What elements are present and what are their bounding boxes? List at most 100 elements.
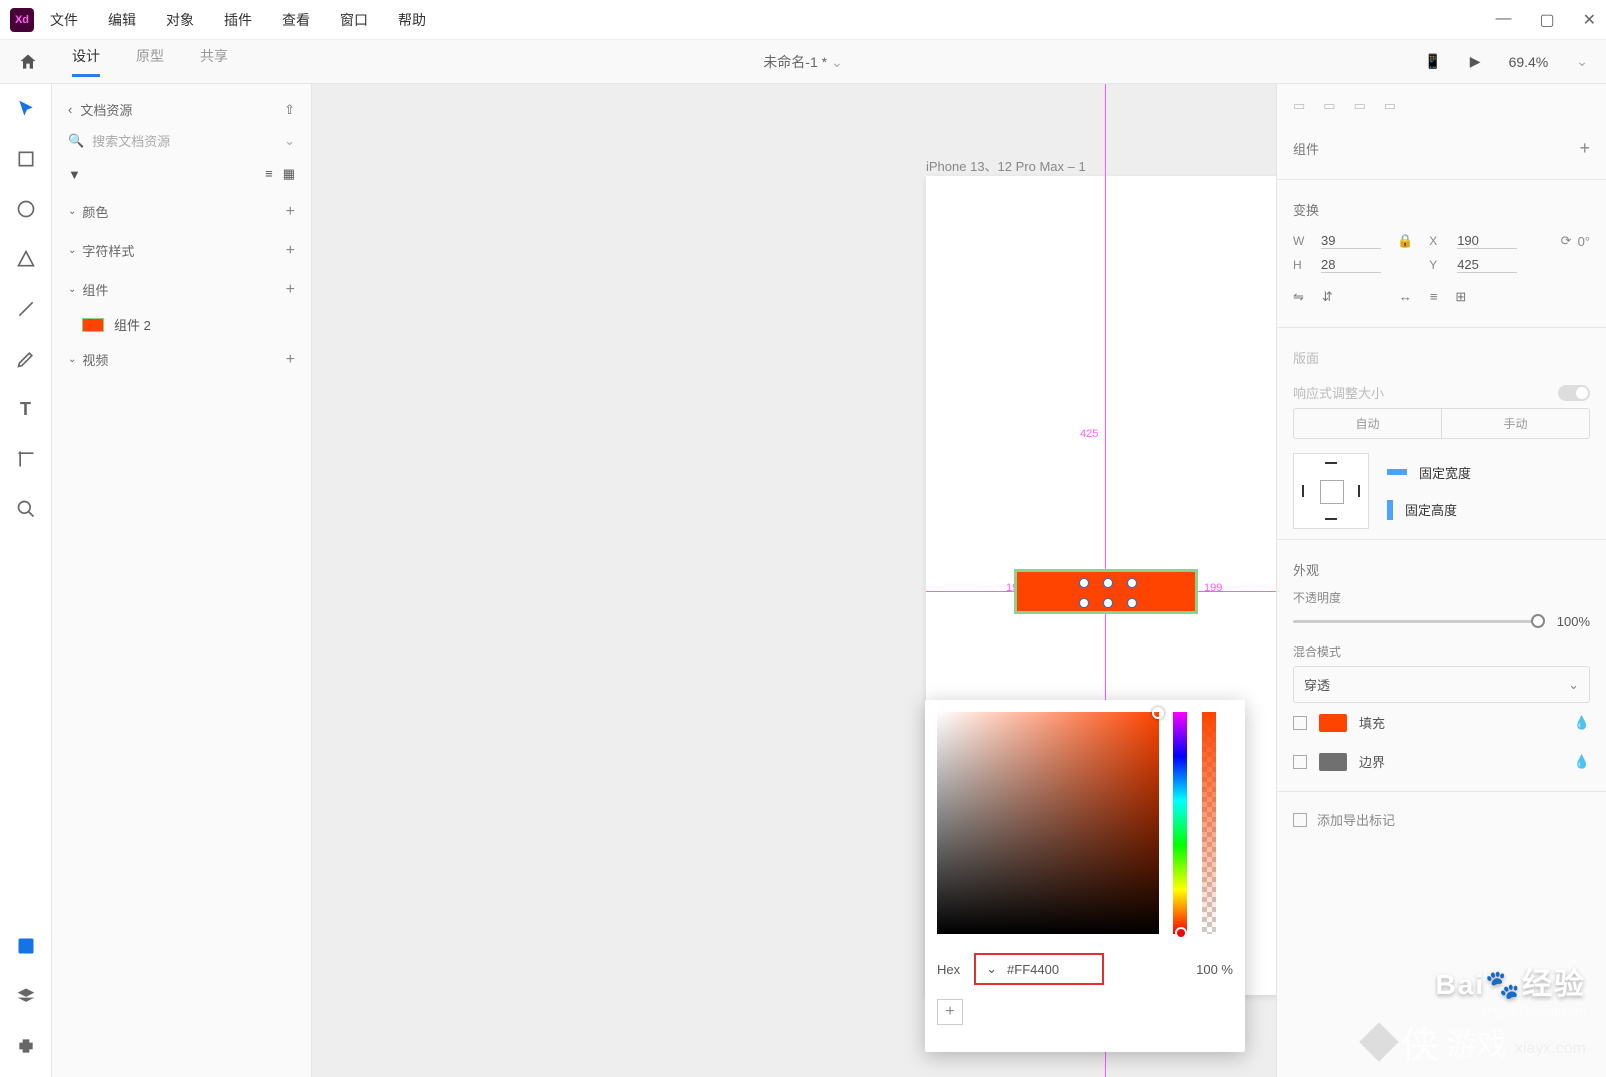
menu-window[interactable]: 窗口 — [340, 10, 368, 30]
align1-icon[interactable]: ▭ — [1293, 98, 1305, 114]
tab-design[interactable]: 设计 — [72, 46, 100, 77]
tab-prototype[interactable]: 原型 — [136, 46, 164, 77]
align2-icon[interactable]: ▭ — [1323, 98, 1335, 114]
line-tool-icon[interactable] — [15, 298, 37, 320]
menu-object[interactable]: 对象 — [166, 10, 194, 30]
export-row[interactable]: 添加导出标记 — [1293, 802, 1590, 837]
play-icon[interactable]: ▶ — [1470, 53, 1481, 70]
stroke-eyedropper-icon[interactable]: 💧 — [1574, 754, 1590, 770]
ellipse-tool-icon[interactable] — [15, 198, 37, 220]
zoom-chevron-icon[interactable]: ⌄ — [1576, 53, 1588, 70]
search-icon: 🔍 — [68, 133, 84, 149]
blend-select[interactable]: 穿透⌄ — [1293, 666, 1590, 703]
color-format-label[interactable]: Hex — [937, 962, 960, 977]
stroke-row: 边界 💧 — [1293, 742, 1590, 781]
menu-file[interactable]: 文件 — [50, 10, 78, 30]
fill-checkbox[interactable] — [1293, 716, 1307, 730]
width-input[interactable] — [1321, 233, 1381, 249]
component-list-item[interactable]: 组件 2 — [68, 309, 295, 340]
back-chevron-icon[interactable]: ‹ — [68, 102, 72, 117]
artboard-label[interactable]: iPhone 13、12 Pro Max – 1 — [926, 156, 1086, 175]
artboard-tool-icon[interactable] — [15, 448, 37, 470]
tab-share[interactable]: 共享 — [200, 46, 228, 77]
blend-label: 混合模式 — [1293, 643, 1590, 660]
menu-help[interactable]: 帮助 — [398, 10, 426, 30]
add-swatch-button[interactable]: + — [937, 999, 963, 1025]
color-sv-area[interactable] — [937, 712, 1159, 934]
add-video-icon[interactable]: + — [286, 351, 295, 369]
section-colors[interactable]: ⌄颜色+ — [68, 192, 295, 231]
constraint-control[interactable] — [1293, 453, 1369, 529]
add-color-icon[interactable]: + — [286, 203, 295, 221]
dist-h-icon[interactable]: ↔ — [1399, 289, 1412, 305]
flip-v-icon[interactable]: ⇵ — [1322, 289, 1333, 305]
select-tool-icon[interactable] — [15, 98, 37, 120]
hue-slider[interactable] — [1173, 712, 1187, 934]
add-component-icon[interactable]: + — [286, 281, 295, 299]
stroke-swatch[interactable] — [1319, 753, 1347, 771]
menu-plugin[interactable]: 插件 — [224, 10, 252, 30]
x-input[interactable] — [1457, 233, 1517, 249]
maximize-icon[interactable]: ▢ — [1539, 10, 1554, 30]
responsive-toggle[interactable] — [1558, 385, 1590, 401]
add-component-plus-icon[interactable]: + — [1579, 138, 1590, 159]
filter-icon[interactable]: ▼ — [68, 167, 81, 182]
hex-input-highlighted[interactable]: ⌄ #FF4400 — [974, 953, 1104, 985]
layout-segment: 自动 手动 — [1293, 408, 1590, 439]
stroke-checkbox[interactable] — [1293, 755, 1307, 769]
hex-value[interactable]: #FF4400 — [1007, 962, 1059, 977]
panel-title: 文档资源 — [80, 100, 132, 119]
fill-eyedropper-icon[interactable]: 💧 — [1574, 715, 1590, 731]
y-input[interactable] — [1457, 257, 1517, 273]
fixed-width-row[interactable]: 固定宽度 — [1387, 463, 1471, 482]
mobile-preview-icon[interactable]: 📱 — [1424, 53, 1441, 70]
grid-view-icon[interactable]: ▦ — [283, 166, 295, 182]
dist-grid-icon[interactable]: ⊞ — [1455, 289, 1466, 305]
lock-icon[interactable]: 🔒 — [1397, 233, 1413, 249]
section-components-right: 组件+ — [1293, 128, 1590, 169]
text-tool-icon[interactable]: T — [15, 398, 37, 420]
alpha-slider[interactable] — [1202, 712, 1216, 934]
export-checkbox[interactable] — [1293, 813, 1307, 827]
menu-view[interactable]: 查看 — [282, 10, 310, 30]
menu-edit[interactable]: 编辑 — [108, 10, 136, 30]
section-charstyles[interactable]: ⌄字符样式+ — [68, 231, 295, 270]
minimize-icon[interactable]: — — [1495, 10, 1511, 30]
opacity-slider[interactable] — [1293, 620, 1545, 623]
rotate-icon[interactable]: ⟳ — [1561, 233, 1572, 249]
align4-icon[interactable]: ▭ — [1384, 98, 1396, 114]
search-chevron-icon[interactable]: ⌄ — [284, 133, 295, 149]
height-input[interactable] — [1321, 257, 1381, 273]
plugins-panel-icon[interactable] — [15, 1035, 37, 1057]
layout-auto[interactable]: 自动 — [1294, 409, 1441, 438]
hex-chevron-icon[interactable]: ⌄ — [986, 961, 997, 977]
section-transform: 变换 — [1293, 190, 1590, 229]
share-icon[interactable]: ⇧ — [284, 102, 295, 118]
dist-v-icon[interactable]: ≡ — [1430, 289, 1438, 305]
fixed-height-row[interactable]: 固定高度 — [1387, 500, 1471, 520]
list-view-icon[interactable]: ≡ — [265, 166, 273, 182]
measure-right: 199 — [1204, 582, 1222, 594]
fill-swatch[interactable] — [1319, 714, 1347, 732]
assets-panel-icon[interactable] — [15, 935, 37, 957]
home-icon[interactable] — [18, 52, 38, 72]
selected-object[interactable] — [1014, 569, 1198, 614]
section-components[interactable]: ⌄组件+ — [68, 270, 295, 309]
section-video[interactable]: ⌄视频+ — [68, 340, 295, 379]
alpha-value[interactable]: 100 % — [1196, 962, 1233, 977]
zoom-value[interactable]: 69.4% — [1509, 54, 1549, 70]
rotation-value[interactable]: 0° — [1578, 234, 1590, 249]
zoom-tool-icon[interactable] — [15, 498, 37, 520]
measure-top: 425 — [1080, 428, 1098, 440]
align3-icon[interactable]: ▭ — [1354, 98, 1366, 114]
layout-manual[interactable]: 手动 — [1441, 409, 1589, 438]
flip-h-icon[interactable]: ⇋ — [1293, 289, 1304, 305]
add-charstyle-icon[interactable]: + — [286, 242, 295, 260]
search-input[interactable]: 搜索文档资源 — [92, 131, 276, 150]
layers-panel-icon[interactable] — [15, 985, 37, 1007]
document-title[interactable]: 未命名-1 * ⌄ — [763, 52, 842, 72]
close-icon[interactable]: ✕ — [1583, 10, 1596, 30]
rectangle-tool-icon[interactable] — [15, 148, 37, 170]
pen-tool-icon[interactable] — [15, 348, 37, 370]
polygon-tool-icon[interactable] — [15, 248, 37, 270]
